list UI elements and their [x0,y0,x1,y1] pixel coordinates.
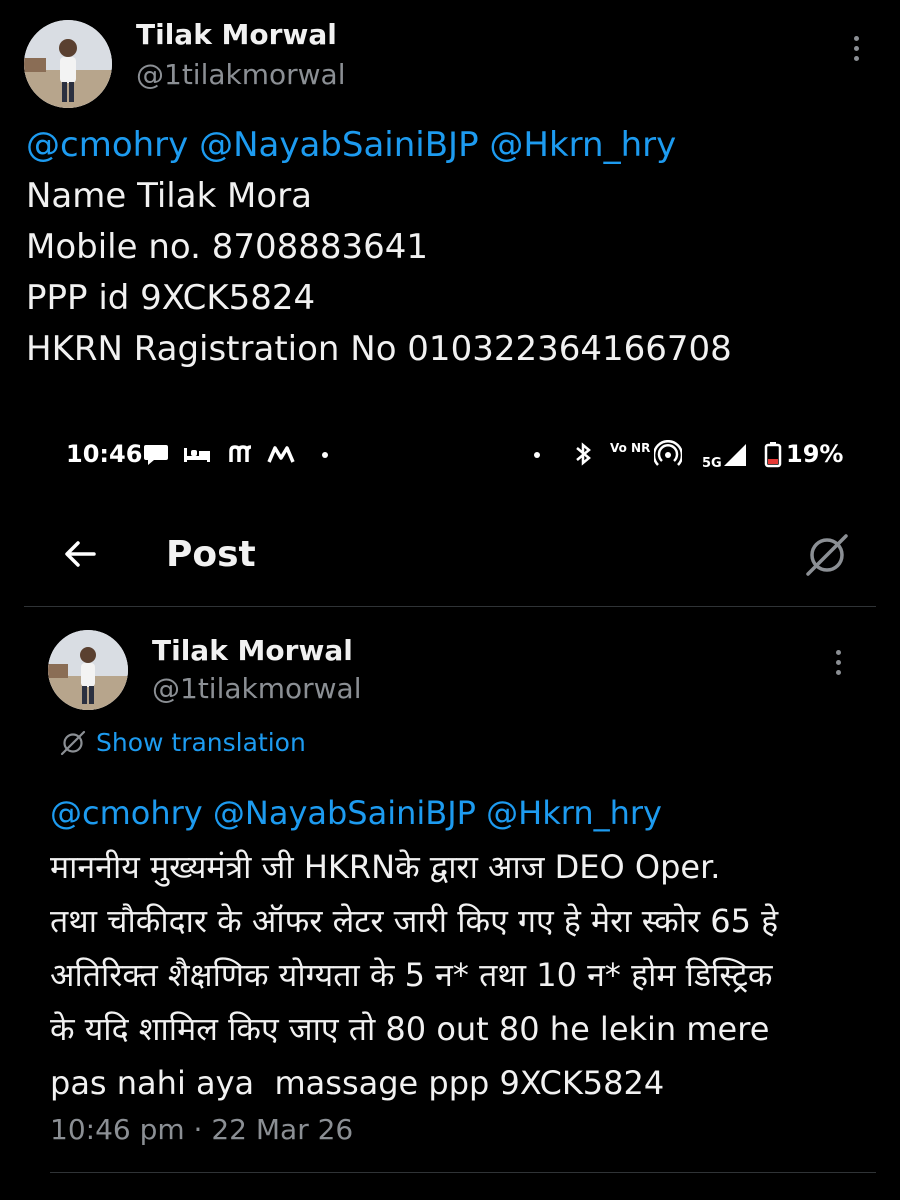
volte-icon: Vo NR [610,441,651,455]
tweet-text: @cmohry @NayabSainiBJP @Hkrn_hry माननीय … [50,786,880,1110]
author-handle[interactable]: @1tilakmorwal [152,672,361,705]
tweet-line: माननीय मुख्यमंत्री जी HKRNके द्वारा आज D… [50,848,721,886]
author-handle[interactable]: @1tilakmorwal [136,58,345,91]
tweet-line: तथा चौकीदार के ऑफर लेटर जारी किए गए हे म… [50,902,779,940]
show-translation-link[interactable]: Show translation [60,728,306,757]
signal-icon [722,440,748,468]
hotspot-icon [652,439,684,468]
status-time: 10:46 [66,440,143,468]
more-vertical-icon[interactable] [826,650,850,680]
tweet-line: HKRN Ragistration No 010322364166708 [26,329,732,369]
translate-icon [60,730,86,755]
tweet-line: के यदि शामिल किए जाए तो 80 out 80 he lek… [50,1010,770,1048]
back-arrow-icon[interactable] [62,536,98,572]
author-name[interactable]: Tilak Morwal [152,634,353,667]
tweet-line: Mobile no. 8708883641 [26,227,429,267]
avatar[interactable] [48,630,128,710]
notification-dot-icon [534,452,540,458]
battery-level: 19% [786,440,844,468]
message-icon [142,440,170,468]
translate-icon[interactable] [804,532,850,578]
network-type: 5G [702,456,722,471]
timestamp[interactable]: 10:46 pm · 22 Mar 26 [50,1113,353,1146]
more-vertical-icon[interactable] [844,36,868,66]
app-m-icon [228,440,256,468]
author-name[interactable]: Tilak Morwal [136,18,337,51]
tweet-line: pas nahi aya massage ppp 9XCK5824 [50,1064,665,1102]
mention-links[interactable]: @cmohry @NayabSainiBJP @Hkrn_hry [50,786,880,840]
tweet-line: अतिरिक्त शैक्षणिक योग्यता के 5 न* तथा 10… [50,956,773,994]
notification-dot-icon [322,452,328,458]
bluetooth-icon [574,440,594,468]
divider [50,1172,876,1173]
mention-links[interactable]: @cmohry @NayabSainiBJP @Hkrn_hry [26,120,876,171]
app-m2-icon [266,440,296,468]
page-title: Post [166,534,256,575]
tweet-line: PPP id 9XCK5824 [26,278,316,318]
avatar[interactable] [24,20,112,108]
tweet-line: Name Tilak Mora [26,176,313,216]
tweet-text: @cmohry @NayabSainiBJP @Hkrn_hry Name Ti… [26,120,876,375]
show-translation-label[interactable]: Show translation [96,728,306,757]
divider [24,606,876,607]
battery-icon [764,440,782,468]
bed-icon [182,440,212,468]
